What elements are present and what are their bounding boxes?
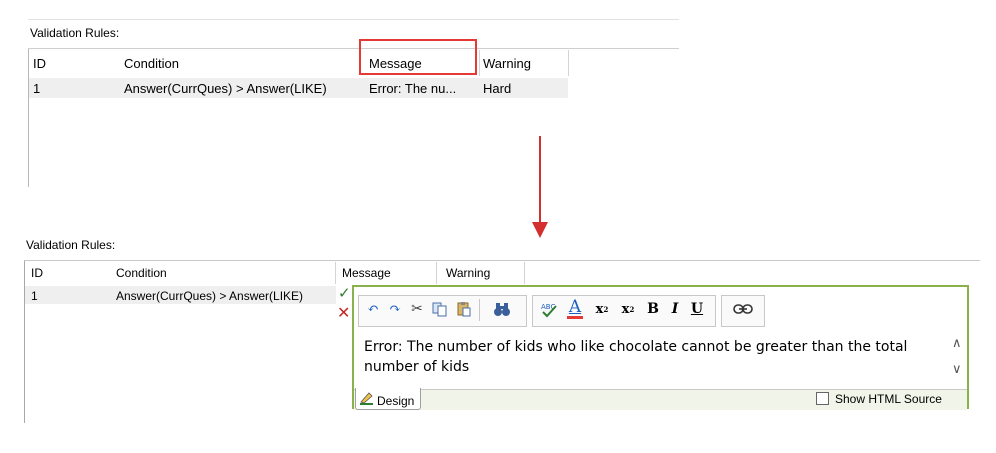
message-header-highlight bbox=[359, 39, 477, 75]
design-tab-label: Design bbox=[377, 394, 415, 408]
row-condition-cell: Answer(CurrQues) > Answer(LIKE) bbox=[124, 81, 327, 96]
row-message-cell: Error: The nu... bbox=[369, 81, 457, 96]
superscript-icon[interactable]: x2 bbox=[617, 296, 639, 322]
find-binoculars-icon[interactable] bbox=[486, 296, 518, 322]
toolbar-group-format: ABC A x2 x2 B I U bbox=[532, 295, 716, 327]
section-label: Validation Rules: bbox=[26, 238, 116, 252]
italic-icon[interactable]: I bbox=[665, 296, 685, 322]
redo-icon[interactable]: ↷ bbox=[385, 296, 405, 322]
column-header-condition[interactable]: Condition bbox=[124, 55, 179, 73]
scroll-down-icon[interactable]: ∨ bbox=[952, 362, 962, 377]
copy-icon[interactable] bbox=[429, 296, 451, 322]
cancel-x-icon[interactable]: ✕ bbox=[337, 303, 350, 322]
column-header-warning[interactable]: Warning bbox=[483, 55, 531, 73]
font-color-icon[interactable]: A bbox=[563, 296, 587, 322]
link-icon[interactable] bbox=[726, 296, 760, 322]
column-header-id[interactable]: ID bbox=[33, 55, 46, 73]
row-id-cell: 1 bbox=[33, 81, 41, 96]
scroll-up-icon[interactable]: ∧ bbox=[952, 336, 962, 351]
row-condition-cell: Answer(CurrQues) > Answer(LIKE) bbox=[116, 289, 304, 303]
paste-icon[interactable] bbox=[453, 296, 475, 322]
design-pencil-icon bbox=[360, 392, 373, 405]
transition-arrow bbox=[532, 136, 548, 240]
design-tab[interactable]: Design bbox=[355, 388, 421, 410]
column-header-condition[interactable]: Condition bbox=[116, 265, 167, 281]
row-warning-cell: Hard bbox=[483, 81, 512, 96]
undo-icon[interactable]: ↶ bbox=[363, 296, 383, 322]
column-header-id[interactable]: ID bbox=[31, 265, 43, 281]
bold-icon[interactable]: B bbox=[643, 296, 663, 322]
subscript-icon[interactable]: x2 bbox=[591, 296, 613, 322]
column-header-warning[interactable]: Warning bbox=[446, 265, 490, 281]
editor-content-area[interactable]: Error: The number of kids who like choco… bbox=[358, 337, 948, 391]
cut-icon[interactable]: ✂ bbox=[407, 296, 427, 322]
column-header-message[interactable]: Message bbox=[342, 265, 391, 281]
toolbar-group-edit: ↶ ↷ ✂ bbox=[358, 295, 527, 327]
show-html-source-label: Show HTML Source bbox=[835, 392, 942, 406]
row-id-cell: 1 bbox=[31, 289, 38, 303]
accept-check-icon[interactable]: ✓ bbox=[338, 284, 351, 302]
spellcheck-icon[interactable]: ABC bbox=[537, 296, 561, 322]
underline-icon[interactable]: U bbox=[687, 296, 707, 322]
section-label: Validation Rules: bbox=[30, 26, 120, 40]
show-html-source-checkbox[interactable] bbox=[816, 392, 829, 405]
toolbar-group-link bbox=[721, 295, 765, 327]
editor-scrollbar[interactable]: ∧ ∨ bbox=[950, 336, 967, 388]
